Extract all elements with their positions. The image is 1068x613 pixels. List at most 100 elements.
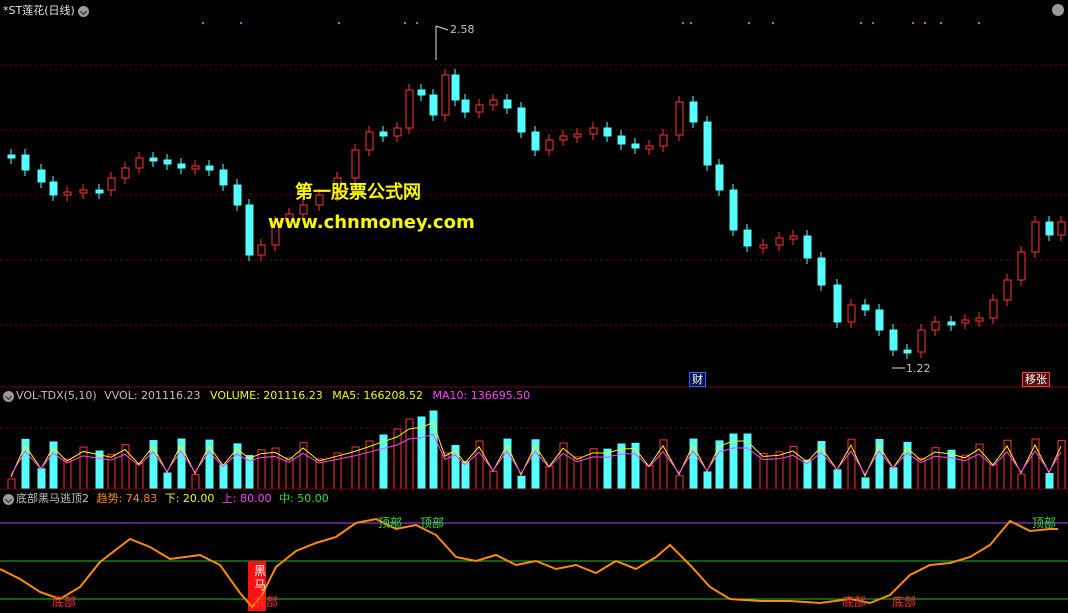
marker-dot — [872, 22, 874, 24]
volume-bar — [589, 448, 598, 490]
volume-bar — [135, 462, 144, 490]
grid-lines — [0, 64, 1068, 326]
candle-body — [847, 304, 856, 323]
candle-body — [573, 133, 582, 138]
candle-body — [603, 127, 612, 137]
candle-body — [177, 163, 186, 169]
signal-label: 底部 — [254, 594, 278, 609]
candle-body — [351, 149, 360, 179]
candle-body — [1003, 279, 1012, 301]
candle-body — [917, 329, 926, 353]
ma5-value: MA5: 166208.52 — [332, 389, 423, 402]
candle-body — [107, 177, 116, 191]
candle-body — [475, 104, 484, 113]
marker-dot — [978, 22, 980, 24]
volume-bar — [49, 441, 58, 490]
chevron-down-icon[interactable] — [3, 493, 14, 505]
candle-body — [49, 181, 58, 196]
volume-bar — [675, 475, 684, 490]
candle-body — [451, 74, 460, 101]
indicator-name[interactable]: 底部黑马逃顶2 — [16, 492, 89, 505]
volume-bar — [803, 459, 812, 490]
volume-bar — [257, 449, 266, 490]
vvol-value: VVOL: 201116.23 — [104, 389, 201, 402]
candle-body — [947, 321, 956, 326]
marker-dot — [860, 22, 862, 24]
marker-dot — [682, 22, 684, 24]
volume-bar — [931, 447, 940, 490]
low-annotation: 1.22 — [892, 362, 931, 375]
watermark-cn: 第一股票公式网 — [295, 182, 421, 203]
volume-bar — [989, 463, 998, 490]
volume-chart[interactable] — [0, 404, 1068, 490]
watermark-url: www.chnmoney.com — [268, 212, 475, 233]
candle-body — [861, 304, 870, 311]
candle-body — [1045, 221, 1054, 236]
marker-dot — [924, 22, 926, 24]
marker-dot — [940, 22, 942, 24]
volume-bar — [7, 478, 16, 490]
candle-body — [219, 169, 228, 186]
candle-body — [989, 299, 998, 319]
marker-dot — [912, 22, 914, 24]
marker-dot — [202, 22, 204, 24]
volume-bar — [365, 440, 374, 490]
candle-body — [37, 169, 46, 183]
signal-label: 底部 — [892, 594, 916, 609]
candle-body — [1017, 251, 1026, 281]
candle-body — [975, 317, 984, 322]
volume-bar — [715, 440, 724, 490]
marker-dot — [404, 22, 406, 24]
volume-bar — [95, 450, 104, 490]
volume-bar — [405, 418, 414, 490]
chevron-down-icon[interactable] — [3, 390, 14, 402]
volume-bars — [7, 410, 1066, 490]
candle-body — [931, 321, 940, 331]
candle-body — [743, 229, 752, 247]
volume-bar — [163, 472, 172, 490]
candle-body — [79, 189, 88, 194]
candle-body — [903, 349, 912, 354]
candle-body — [803, 235, 812, 259]
upper-value: 上: 80.00 — [221, 492, 272, 505]
volume-bar — [451, 444, 460, 490]
candle-body — [759, 244, 768, 249]
volume-bar — [37, 468, 46, 490]
candle-body — [205, 165, 214, 171]
marker-dot — [690, 22, 692, 24]
candle-body — [149, 157, 158, 162]
volume-bar — [461, 461, 470, 490]
marker-dot — [338, 22, 340, 24]
price-chart[interactable]: 2.58 1.22 — [0, 0, 1068, 390]
high-annotation: 2.58 — [435, 23, 475, 60]
candle-body — [1031, 221, 1040, 253]
candle-body — [163, 159, 172, 165]
volume-bar — [645, 465, 654, 490]
candle-body — [405, 89, 414, 129]
volume-bar — [517, 475, 526, 490]
candle-body — [675, 101, 684, 136]
candle-body — [517, 107, 526, 133]
candle-body — [191, 165, 200, 170]
vol-indicator-name[interactable]: VOL-TDX(5,10) — [16, 389, 97, 402]
indicator-chart[interactable]: 底部 底部 底部 底部 顶部 顶部 顶部黑马 — [0, 507, 1068, 613]
candle-body — [135, 157, 144, 169]
event-tag-finance[interactable]: 财 — [689, 372, 706, 387]
volume-bar — [351, 446, 360, 490]
marker-dot — [772, 22, 774, 24]
candle-body — [7, 154, 16, 159]
volume-bar — [603, 448, 612, 490]
volume-bar — [903, 441, 912, 490]
volume-bar — [617, 443, 626, 490]
candle-body — [645, 145, 654, 150]
candle-body — [1057, 221, 1066, 236]
candle-body — [589, 127, 598, 135]
candle-body — [617, 135, 626, 145]
volume-bar — [833, 469, 842, 490]
candle-body — [775, 237, 784, 246]
candle-body — [631, 143, 640, 149]
event-tag-limit[interactable]: 移张 — [1022, 372, 1050, 387]
candle-body — [875, 309, 884, 331]
candle-body — [715, 164, 724, 191]
candle-body — [417, 89, 426, 96]
